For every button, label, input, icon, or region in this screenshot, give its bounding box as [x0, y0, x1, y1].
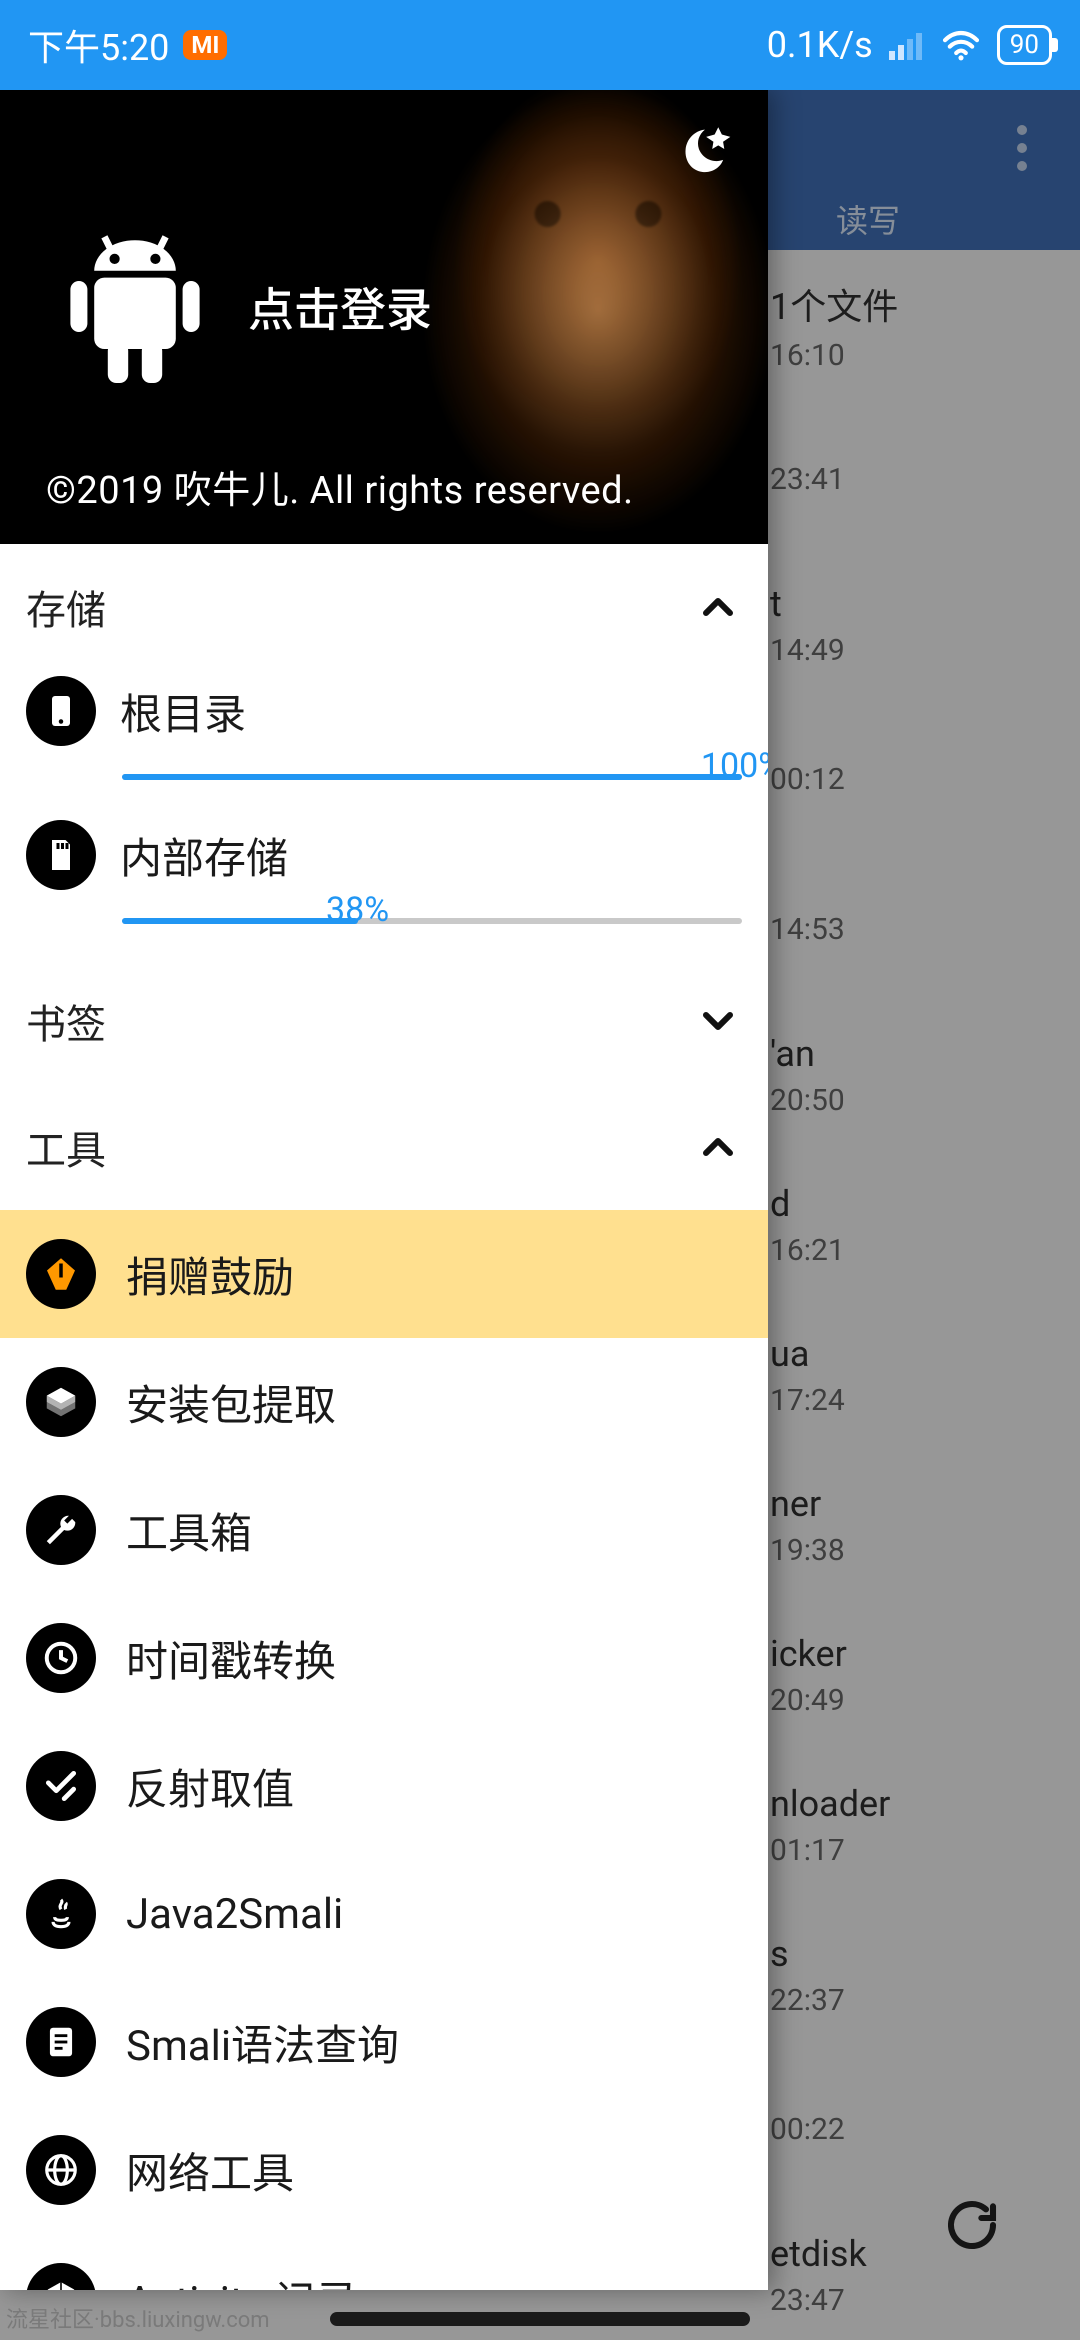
tool-label: 网络工具 [126, 2140, 294, 2201]
net-speed: 0.1K/s [767, 24, 873, 66]
cellular-icon [889, 30, 925, 60]
tool-network[interactable]: 网络工具 [0, 2106, 768, 2234]
tool-toolbox[interactable]: 工具箱 [0, 1466, 768, 1594]
tool-reflect[interactable]: 反射取值 [0, 1722, 768, 1850]
tool-smali-ref[interactable]: Smali语法查询 [0, 1978, 768, 2106]
tool-donate[interactable]: 捐赠鼓励 [0, 1210, 768, 1338]
tool-java2smali[interactable]: Java2Smali [0, 1850, 768, 1978]
chevron-up-icon [694, 1123, 742, 1171]
section-label: 书签 [26, 992, 106, 1050]
chevron-down-icon [694, 997, 742, 1045]
tool-label: 捐赠鼓励 [126, 1244, 294, 1305]
tool-label: 安装包提取 [126, 1372, 336, 1433]
home-indicator[interactable] [330, 2312, 750, 2326]
storage-internal-progress: 38% [122, 900, 742, 940]
mi-badge: MI [183, 30, 227, 60]
tool-apk-extract[interactable]: 安装包提取 [0, 1338, 768, 1466]
document-icon [26, 2007, 96, 2077]
drawer-header: 点击登录 ©2019 吹牛儿. All rights reserved. [0, 90, 768, 544]
tool-label: Java2Smali [126, 1890, 343, 1939]
section-tools[interactable]: 工具 [0, 1084, 768, 1210]
clock-icon [26, 1623, 96, 1693]
wifi-icon [941, 29, 981, 61]
chevron-up-icon [694, 583, 742, 631]
storage-internal-label: 内部存储 [120, 825, 288, 886]
status-time: 下午5:20 [28, 19, 169, 71]
layers-icon [26, 1367, 96, 1437]
tool-label: Activity 记录 [126, 2268, 358, 2291]
section-bookmarks[interactable]: 书签 [0, 958, 768, 1084]
storage-root-label: 根目录 [120, 681, 246, 742]
tool-label: 反射取值 [126, 1756, 294, 1817]
android-avatar-icon [50, 230, 220, 404]
globe-icon [26, 2135, 96, 2205]
section-storage[interactable]: 存储 [0, 544, 768, 670]
tool-label: 工具箱 [126, 1500, 252, 1561]
section-label: 工具 [26, 1118, 106, 1176]
sdcard-icon [26, 820, 96, 890]
tool-label: Smali语法查询 [126, 2012, 399, 2073]
storage-internal[interactable]: 内部存储 38% [0, 814, 768, 958]
phone-icon [26, 676, 96, 746]
login-link[interactable]: 点击登录 [248, 274, 432, 340]
copyright-text: ©2019 吹牛儿. All rights reserved. [46, 459, 634, 514]
storage-root[interactable]: 根目录 100% [0, 670, 768, 814]
section-label: 存储 [26, 578, 106, 636]
donate-icon [26, 1239, 96, 1309]
wrench-icon [26, 1495, 96, 1565]
navigation-drawer: 点击登录 ©2019 吹牛儿. All rights reserved. 存储 … [0, 90, 768, 2290]
tool-activity-log[interactable]: Activity 记录 [0, 2234, 768, 2290]
java-icon [26, 1879, 96, 1949]
tool-label: 时间戳转换 [126, 1628, 336, 1689]
battery-indicator: 90 [997, 25, 1052, 65]
storage-root-progress: 100% [122, 756, 742, 796]
reflect-icon [26, 1751, 96, 1821]
tool-timestamp[interactable]: 时间戳转换 [0, 1594, 768, 1722]
box-icon [26, 2263, 96, 2290]
night-mode-icon[interactable] [682, 120, 740, 182]
status-bar: 下午5:20 MI 0.1K/s 90 [0, 0, 1080, 90]
watermark-text: 流星社区·bbs.liuxingw.com [6, 2302, 270, 2334]
